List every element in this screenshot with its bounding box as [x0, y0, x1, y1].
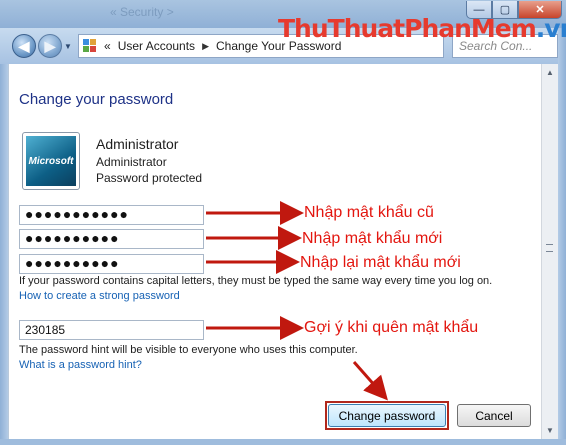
annotation-new-password: Nhập mật khẩu mới: [302, 230, 443, 247]
current-password-field[interactable]: ●●●●●●●●●●●: [19, 205, 204, 225]
page-title: Change your password: [19, 91, 174, 108]
control-panel-icon: [83, 39, 98, 53]
title-ghost-text: « Security >: [110, 5, 174, 19]
user-role: Administrator: [96, 155, 167, 169]
back-button[interactable]: ◀: [12, 34, 36, 58]
window-left-border: [0, 64, 8, 439]
avatar: Microsoft: [22, 132, 80, 190]
breadcrumb-user-accounts[interactable]: User Accounts: [118, 39, 195, 53]
password-hint-field[interactable]: 230185: [19, 320, 204, 340]
confirm-password-field[interactable]: ●●●●●●●●●●: [19, 254, 204, 274]
breadcrumb-separator[interactable]: ▶: [202, 41, 209, 52]
content-pane: Change your password Microsoft Administr…: [8, 64, 541, 439]
site-watermark: ThuThuatPhanMem.vn: [278, 14, 566, 43]
window-right-border: [558, 28, 566, 445]
caps-notice: If your password contains capital letter…: [19, 275, 493, 287]
scroll-thumb-grip[interactable]: [546, 244, 553, 252]
new-password-field[interactable]: ●●●●●●●●●●: [19, 229, 204, 249]
address-overflow-chevron[interactable]: «: [104, 39, 111, 53]
user-name: Administrator: [96, 136, 179, 152]
scroll-down-icon[interactable]: ▼: [542, 422, 558, 439]
hint-notice: The password hint will be visible to eve…: [19, 344, 358, 356]
strong-password-link[interactable]: How to create a strong password: [19, 290, 180, 302]
annotation-confirm-password: Nhập lại mật khẩu mới: [300, 254, 461, 271]
recent-pages-dropdown[interactable]: ▼: [64, 42, 72, 51]
password-hint-link[interactable]: What is a password hint?: [19, 359, 142, 371]
window-bottom-border: [0, 439, 566, 445]
annotation-hint: Gợi ý khi quên mật khẩu: [304, 319, 479, 336]
annotation-current-password: Nhập mật khẩu cũ: [304, 204, 434, 221]
scroll-up-icon[interactable]: ▲: [542, 64, 558, 81]
user-status: Password protected: [96, 171, 203, 185]
cancel-button[interactable]: Cancel: [457, 404, 531, 427]
forward-button[interactable]: ▶: [38, 34, 62, 58]
avatar-logo: Microsoft: [28, 155, 74, 167]
change-password-button[interactable]: Change password: [328, 404, 446, 427]
vertical-scrollbar[interactable]: ▲ ▼: [541, 64, 558, 439]
